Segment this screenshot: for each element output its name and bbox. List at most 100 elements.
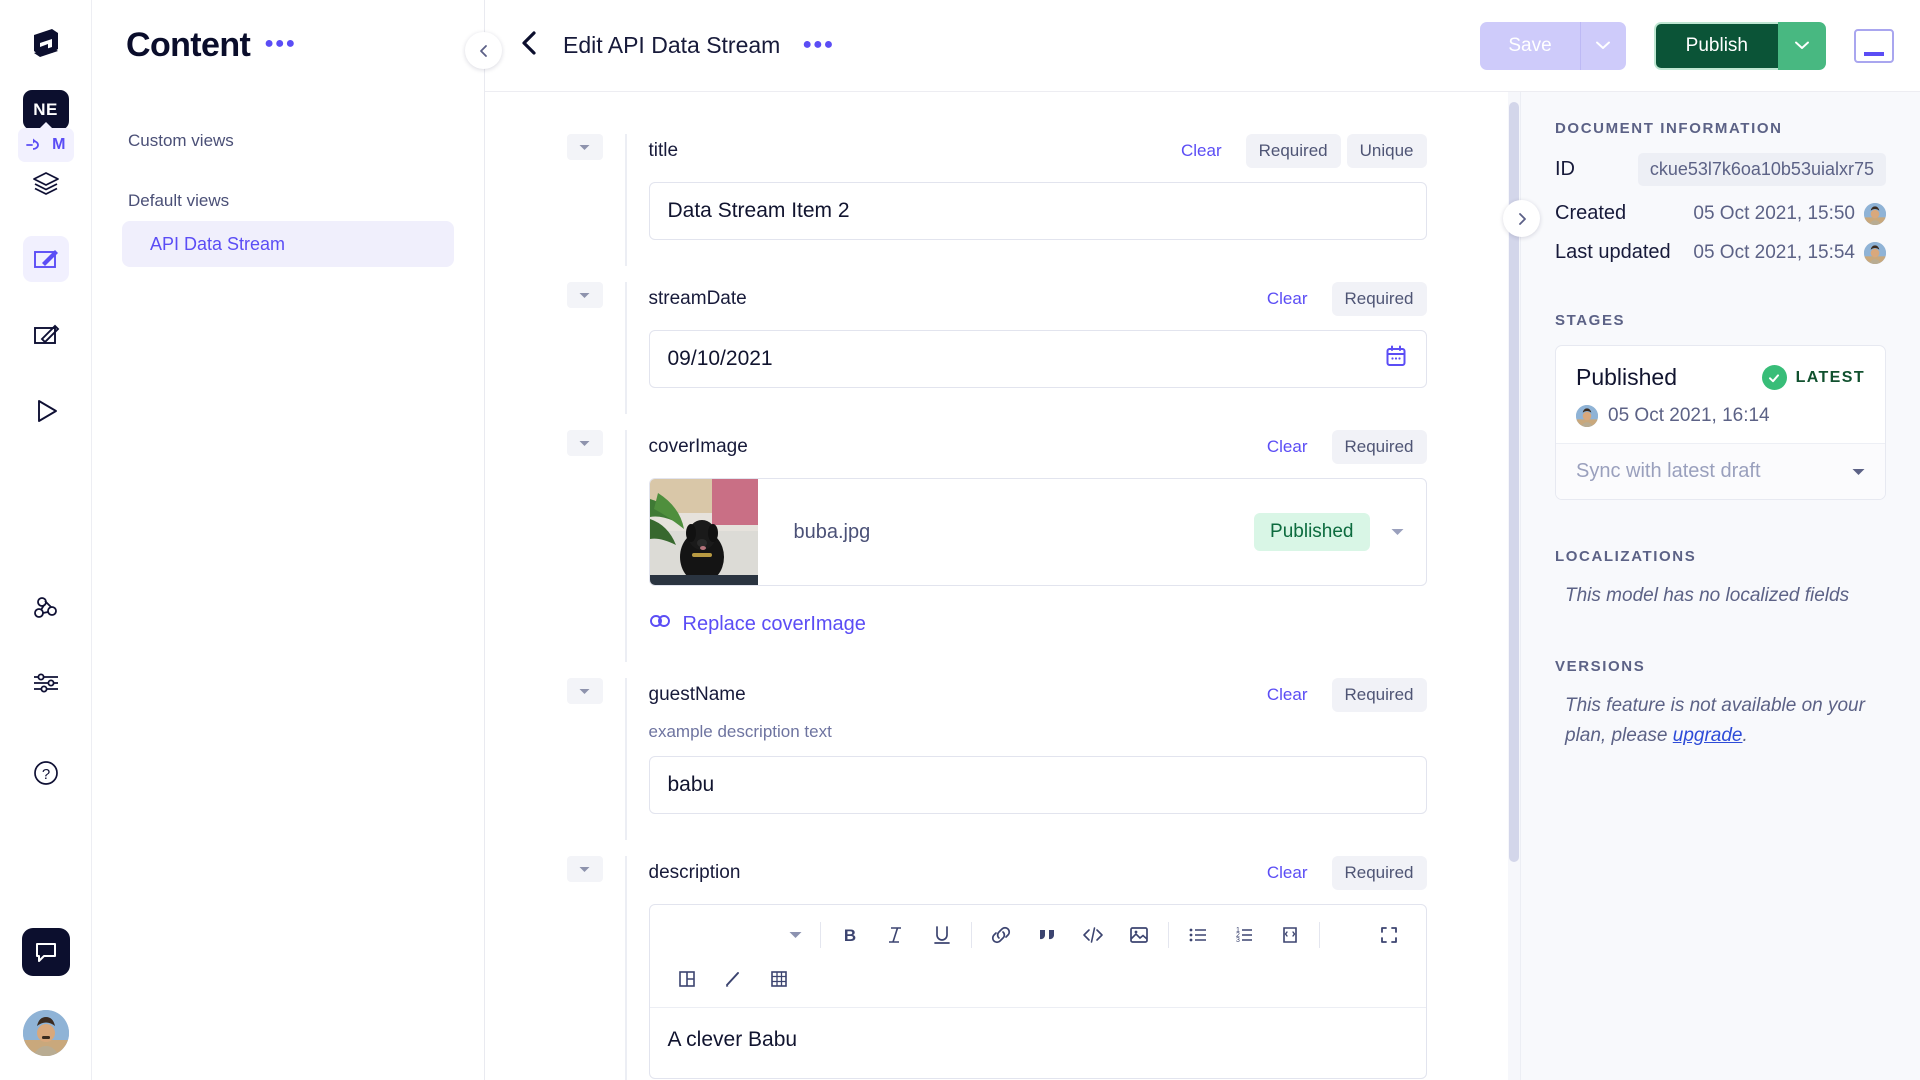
- streamdate-input[interactable]: 09/10/2021: [648, 330, 1427, 388]
- toolbar-separator: [970, 922, 972, 948]
- underline-icon[interactable]: [919, 915, 965, 955]
- stage-author-avatar[interactable]: [1576, 405, 1598, 427]
- environment-sync-tooltip[interactable]: M: [17, 122, 74, 162]
- chat-bubble-icon[interactable]: [21, 928, 70, 976]
- chevron-down-icon: [1795, 41, 1809, 49]
- play-api-playground-icon: [37, 400, 57, 422]
- sidebar-item-api-data-stream[interactable]: API Data Stream: [122, 221, 454, 267]
- field-collapse-toggle[interactable]: [566, 430, 603, 456]
- environment-badge[interactable]: NE M: [17, 90, 74, 162]
- asset-row[interactable]: buba.jpg Published: [648, 478, 1427, 586]
- graphcms-logo-icon[interactable]: [23, 22, 69, 68]
- sidebar-item-assets[interactable]: [23, 312, 69, 358]
- asset-dropdown-button[interactable]: [1370, 528, 1426, 536]
- info-row-created: Created 05 Oct 2021, 15:50: [1555, 202, 1886, 225]
- schema-stack-icon: [32, 172, 59, 195]
- upgrade-link[interactable]: upgrade: [1673, 725, 1743, 746]
- content-more-icon[interactable]: ●●●: [264, 35, 296, 56]
- field-label: streamDate: [648, 288, 747, 309]
- panel-toggle-icon[interactable]: [1854, 28, 1894, 63]
- caret-down-icon: [1852, 465, 1865, 479]
- asset-filename: buba.jpg: [793, 520, 871, 543]
- field-collapse-toggle[interactable]: [566, 856, 603, 882]
- sidebar-item-webhooks[interactable]: [23, 584, 69, 630]
- embed-icon[interactable]: [1267, 915, 1313, 955]
- bulleted-list-icon[interactable]: [1175, 915, 1221, 955]
- form-scrollbar[interactable]: [1508, 92, 1520, 1080]
- paragraph-style-dropdown-icon[interactable]: [664, 931, 814, 939]
- field-header: guestName Clear Required: [625, 678, 1427, 712]
- localizations-note: This model has no localized fields: [1565, 585, 1850, 606]
- caret-down-icon: [579, 144, 590, 150]
- image-icon[interactable]: [1116, 915, 1162, 955]
- required-tag: Required: [1331, 430, 1427, 464]
- numbered-list-icon[interactable]: 123: [1221, 915, 1267, 955]
- save-button[interactable]: Save: [1480, 21, 1580, 70]
- clear-button[interactable]: Clear: [1171, 135, 1232, 167]
- field-rule: [624, 678, 627, 840]
- code-icon[interactable]: [1070, 915, 1116, 955]
- chevron-left-icon: [522, 30, 536, 55]
- unique-tag: Unique: [1346, 134, 1427, 168]
- save-button-group: Save: [1480, 21, 1626, 70]
- blockquote-icon[interactable]: [1024, 915, 1070, 955]
- document-information-title: DOCUMENT INFORMATION: [1555, 120, 1783, 137]
- created-label: Created: [1555, 202, 1627, 224]
- sidebar-item-settings[interactable]: [23, 660, 69, 706]
- stage-card: Published LATEST 05 Oct 2021, 16:14 Sync…: [1555, 345, 1886, 500]
- sidebar-item-label: API Data Stream: [150, 233, 286, 254]
- publish-button[interactable]: Publish: [1653, 21, 1778, 70]
- document-title: Edit API Data Stream: [563, 32, 781, 58]
- pen-icon[interactable]: [710, 959, 756, 999]
- field-label: coverImage: [648, 436, 748, 457]
- italic-icon[interactable]: [873, 915, 919, 955]
- table-icon[interactable]: [756, 959, 802, 999]
- avatar-image: [22, 1010, 69, 1056]
- field-collapse-toggle[interactable]: [566, 134, 603, 160]
- publish-button-label: Publish: [1685, 34, 1748, 56]
- app-root: NE M ? Content ●●● Custom views Default …: [0, 0, 1920, 1080]
- title-input[interactable]: Data Stream Item 2: [648, 182, 1427, 240]
- clear-button[interactable]: Clear: [1257, 679, 1318, 711]
- stage-name: Published: [1576, 364, 1678, 390]
- replace-coverimage-button[interactable]: Replace coverImage: [649, 612, 1427, 636]
- avatar[interactable]: [22, 1010, 69, 1056]
- sync-with-latest-draft-select[interactable]: Sync with latest draft: [1556, 443, 1885, 499]
- sidebar-item-content[interactable]: [22, 236, 69, 282]
- columns-icon[interactable]: [664, 959, 710, 999]
- publish-dropdown-button[interactable]: [1778, 21, 1826, 70]
- rich-text-content[interactable]: A clever Babu: [650, 1008, 1426, 1078]
- fullscreen-icon[interactable]: [1366, 915, 1412, 955]
- field-collapse-toggle[interactable]: [566, 678, 603, 704]
- field-header: streamDate Clear Required: [625, 282, 1427, 316]
- content-sidebar: Content ●●● Custom views Default views A…: [92, 0, 502, 1080]
- asset-thumbnail-image: [649, 479, 758, 585]
- chevron-down-icon: [1596, 41, 1611, 49]
- versions-note-suffix: .: [1742, 724, 1748, 746]
- sidebar-item-schema[interactable]: [23, 160, 69, 206]
- document-more-icon[interactable]: ●●●: [802, 36, 834, 55]
- clear-button[interactable]: Clear: [1257, 431, 1318, 463]
- back-button[interactable]: [519, 30, 539, 62]
- caret-down-icon: [579, 440, 590, 446]
- bold-icon[interactable]: B: [827, 915, 873, 955]
- help-question-icon[interactable]: ?: [23, 750, 69, 796]
- sidebar-item-api-playground[interactable]: [23, 388, 69, 434]
- collapse-sidebar-button[interactable]: [465, 32, 502, 69]
- link-icon[interactable]: [978, 915, 1024, 955]
- updated-by-avatar[interactable]: [1864, 241, 1886, 264]
- field-coverimage: coverImage Clear Required buba.jpg Publi…: [566, 430, 1427, 662]
- asset-thumbnail: [649, 479, 758, 585]
- settings-sliders-icon: [33, 673, 58, 693]
- created-by-avatar[interactable]: [1864, 202, 1886, 225]
- calendar-icon[interactable]: [1384, 344, 1408, 374]
- field-collapse-toggle[interactable]: [566, 282, 603, 308]
- stage-date-value: 05 Oct 2021, 16:14: [1608, 405, 1770, 426]
- field-rule: [624, 134, 627, 266]
- expand-info-panel-button[interactable]: [1503, 200, 1540, 237]
- save-dropdown-button[interactable]: [1579, 21, 1626, 70]
- clear-button[interactable]: Clear: [1257, 857, 1318, 889]
- id-value[interactable]: ckue53l7k6oa10b53uialxr75: [1637, 153, 1886, 186]
- guestname-input[interactable]: babu: [648, 756, 1427, 814]
- clear-button[interactable]: Clear: [1257, 283, 1318, 315]
